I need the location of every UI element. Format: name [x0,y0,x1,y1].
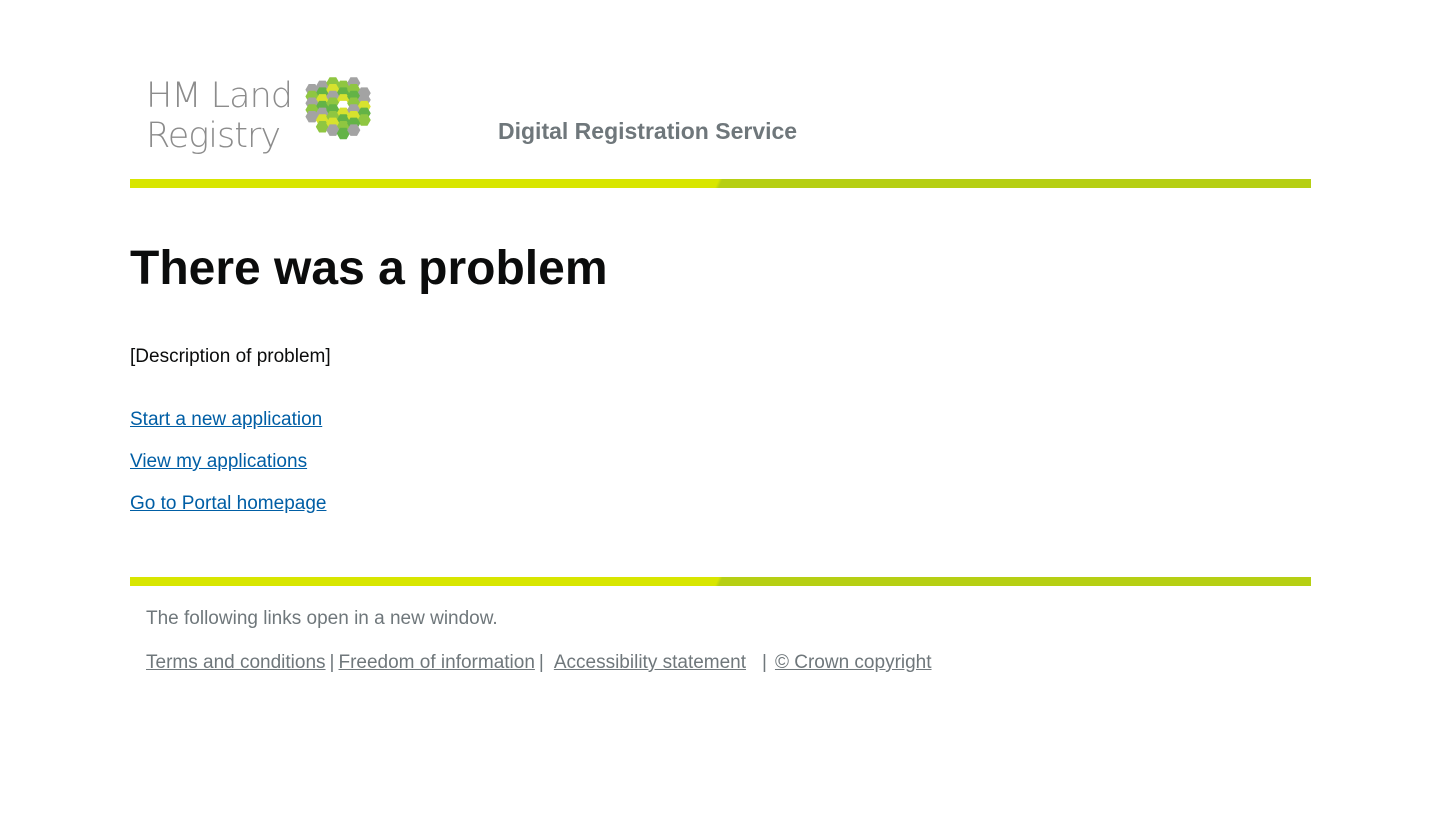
footer-note: The following links open in a new window… [146,608,498,629]
list-item: Start a new application [130,408,326,450]
list-item: Go to Portal homepage [130,492,326,534]
action-links: Start a new application View my applicat… [130,408,326,534]
view-my-applications-link[interactable]: View my applications [130,451,307,472]
freedom-of-information-link[interactable]: Freedom of information [338,652,534,673]
hexagon-cluster-icon [305,77,371,140]
footer-separator: | [762,652,767,673]
terms-and-conditions-link[interactable]: Terms and conditions [146,652,326,673]
site-footer: The following links open in a new window… [146,608,1296,674]
footer-stripe [130,577,1311,586]
accessibility-statement-link[interactable]: Accessibility statement [554,652,746,673]
logo-line-2: Registry [146,116,281,156]
page-title: There was a problem [130,242,608,295]
list-item: View my applications [130,450,326,492]
main-content: There was a problem [Description of prob… [130,240,1311,514]
footer-separator: | [329,652,335,673]
start-new-application-link[interactable]: Start a new application [130,409,322,430]
crown-copyright-link[interactable]: © Crown copyright [775,652,932,673]
footer-separator: | [538,652,544,673]
logo-wordmark: HM Land Registry [146,76,293,156]
site-header: HM Land Registry Digital Registration Se… [130,0,1311,188]
footer-links: Terms and conditions | Freedom of informat… [146,652,1296,674]
hm-land-registry-logo[interactable]: HM Land Registry [146,76,386,160]
problem-description: [Description of problem] [130,346,331,367]
service-name: Digital Registration Service [498,118,798,144]
page: HM Land Registry Digital Registration Se… [0,0,1440,816]
header-stripe [130,179,1311,188]
portal-homepage-link[interactable]: Go to Portal homepage [130,493,326,514]
logo-line-1: HM Land [146,76,293,116]
